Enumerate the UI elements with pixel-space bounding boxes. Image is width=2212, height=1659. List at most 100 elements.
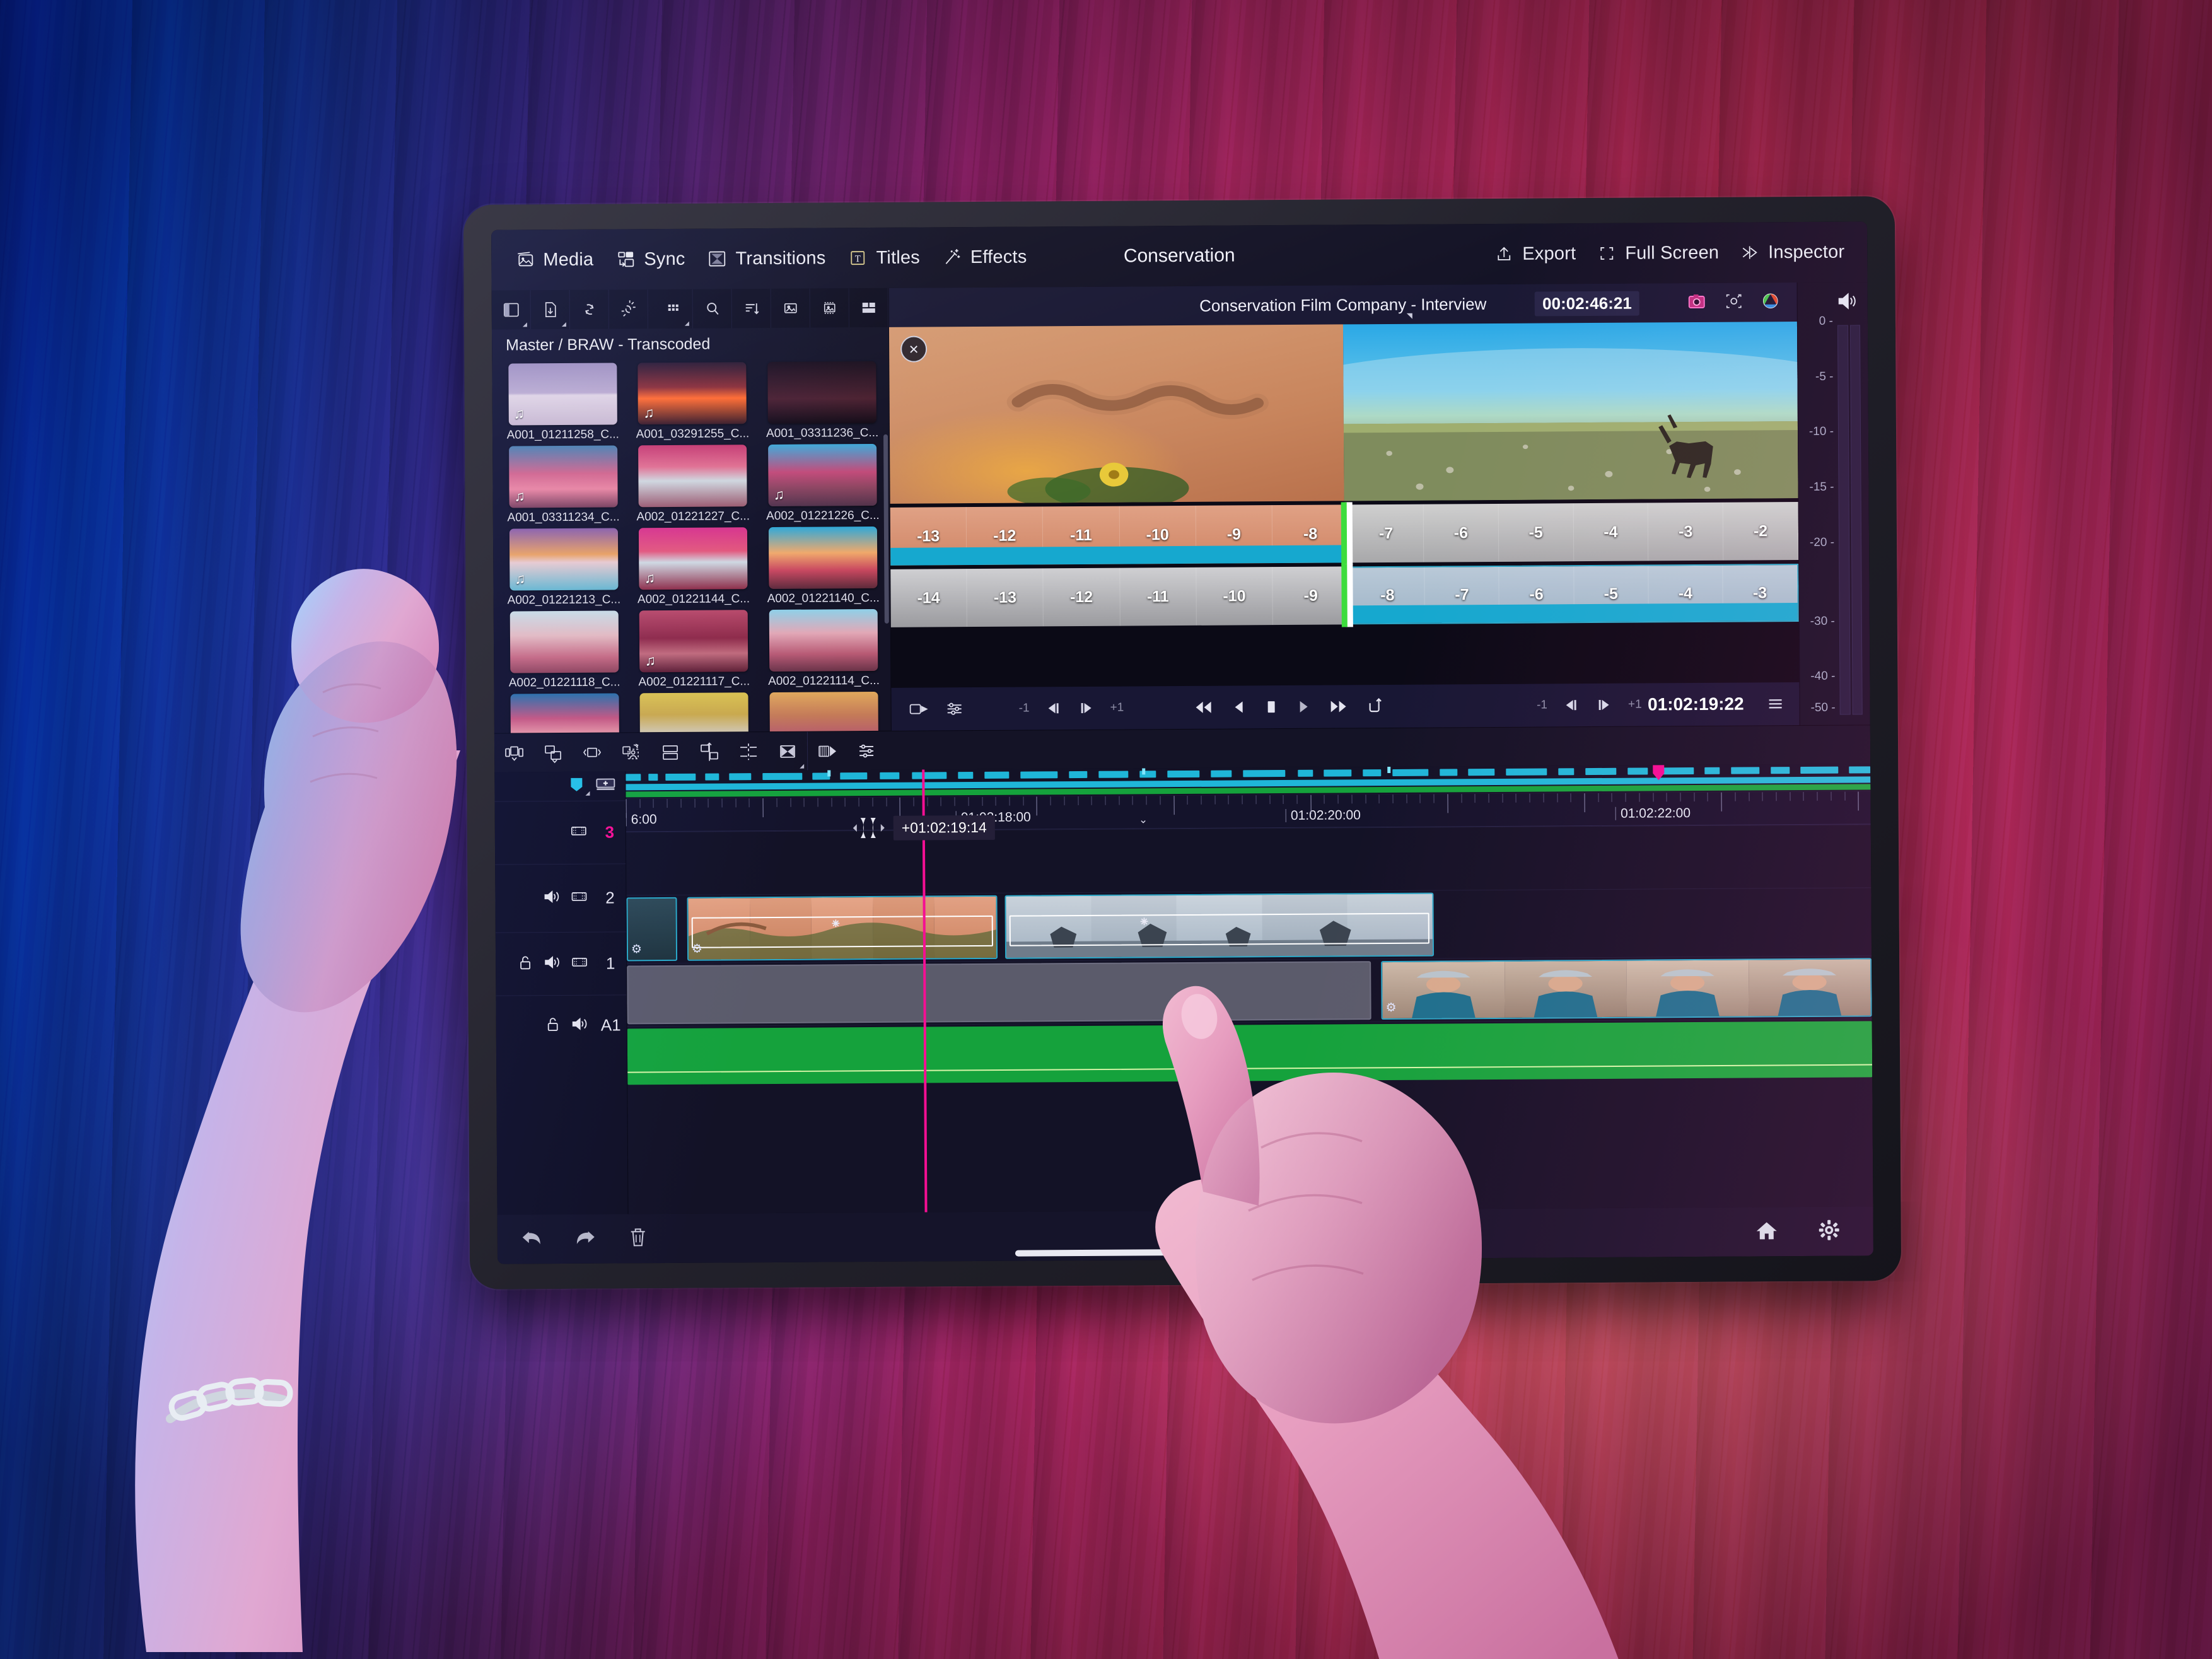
media-clip[interactable]: ♫ A002_01221144_C...: [633, 527, 754, 607]
track-header-A1[interactable]: A1: [496, 994, 627, 1056]
stop-icon[interactable]: [1262, 697, 1279, 716]
trim-handle-out[interactable]: [1341, 502, 1353, 566]
append-icon[interactable]: [533, 733, 573, 772]
flip-icon[interactable]: [768, 731, 807, 771]
ripple-overwrite-icon[interactable]: [573, 733, 612, 772]
source-viewer-icon[interactable]: [908, 699, 929, 718]
sync-bin-icon[interactable]: [569, 289, 609, 329]
menu-item-media[interactable]: Media: [514, 249, 593, 271]
media-clip[interactable]: A002_01221114_C...: [763, 608, 884, 689]
media-clip[interactable]: ♫ A002_01221213_C...: [503, 528, 624, 607]
menu-item-transitions[interactable]: Transitions: [706, 247, 826, 269]
nudge-forward-icon[interactable]: [1077, 699, 1095, 717]
outgoing-clip-preview[interactable]: [888, 324, 1344, 504]
media-clip[interactable]: A001_03311236_C...: [762, 361, 883, 441]
timeline-options-icon[interactable]: [847, 731, 886, 770]
settings-icon[interactable]: [1818, 1218, 1841, 1244]
fullscreen-button[interactable]: Full Screen: [1596, 242, 1719, 264]
track-v2[interactable]: ⚙ ⚙ ⁕ ⁕: [626, 887, 1872, 963]
chevron-down-icon[interactable]: [1406, 313, 1412, 319]
trim-handle-in[interactable]: [1341, 564, 1354, 627]
track-header-3[interactable]: 3: [494, 800, 626, 864]
source-overwrite-icon[interactable]: [690, 732, 729, 771]
viewer-settings-icon[interactable]: [945, 699, 965, 718]
sort-icon[interactable]: [731, 288, 771, 329]
media-clip[interactable]: ♫ A002_01221226_C...: [762, 443, 883, 523]
media-clip[interactable]: A002_01221118_C...: [504, 610, 625, 690]
nudge-back-icon[interactable]: [1044, 699, 1062, 717]
inspector-button[interactable]: Inspector: [1739, 242, 1844, 264]
media-clip[interactable]: ♫ A002_01221117_C...: [633, 610, 754, 689]
trim-cursor[interactable]: +01:02:19:14: [853, 813, 995, 842]
timeline-clip-filler[interactable]: [627, 961, 1371, 1025]
timeline-canvas[interactable]: 6:00 01:02:18:00 01:02:20:00 01:02:22:00 ⌄ ⚙: [626, 764, 1873, 1214]
media-pool-scrollbar[interactable]: [883, 434, 889, 624]
speaker-icon[interactable]: [544, 953, 561, 974]
track-v1[interactable]: ⚙: [627, 955, 1872, 1027]
video-icon[interactable]: [570, 888, 588, 909]
lock-icon[interactable]: [544, 1015, 562, 1036]
delete-icon[interactable]: [627, 1226, 649, 1252]
unlink-icon[interactable]: [608, 289, 648, 329]
marker-icon[interactable]: [568, 776, 590, 796]
speaker-icon[interactable]: [1836, 291, 1859, 314]
trim-outgoing-strip-2[interactable]: -14 -13 -12 -11 -10 -9: [890, 566, 1350, 627]
menu-item-sync[interactable]: Sync: [615, 248, 685, 271]
snapping-icon[interactable]: [808, 731, 847, 771]
import-media-icon[interactable]: [530, 289, 570, 330]
thumbnail-view-icon[interactable]: [771, 288, 810, 328]
media-clip[interactable]: ♫ A001_01211258_C...: [502, 363, 623, 442]
undo-icon[interactable]: [519, 1226, 544, 1252]
export-button[interactable]: Export: [1493, 243, 1576, 265]
nudge-back-icon-2[interactable]: [1563, 696, 1580, 714]
close-up-icon[interactable]: [612, 733, 651, 772]
loop-icon[interactable]: [1365, 697, 1383, 716]
split-clip-icon[interactable]: [729, 732, 768, 771]
track-header-2[interactable]: 2: [495, 863, 626, 933]
sidebar-toggle-icon[interactable]: [491, 290, 531, 330]
speaker-icon[interactable]: [571, 1015, 589, 1036]
play-icon[interactable]: [1294, 697, 1312, 716]
lock-icon[interactable]: [516, 953, 534, 974]
trim-incoming-strip-2[interactable]: -8 -7 -6 -5 -4 -3: [1349, 564, 1799, 625]
media-clip[interactable]: ♫ A001_03311234_C...: [503, 445, 624, 525]
jump-start-icon[interactable]: [1192, 698, 1214, 717]
list-view-icon[interactable]: [849, 288, 888, 328]
track-a1[interactable]: [627, 1018, 1873, 1087]
media-clip[interactable]: A001_05050151_C...: [634, 692, 755, 733]
grid-view-icon[interactable]: [653, 289, 693, 329]
timeline-clip-a[interactable]: ⚙: [626, 897, 678, 962]
search-icon[interactable]: [692, 289, 732, 329]
menu-item-titles[interactable]: T Titles: [847, 247, 920, 269]
video-icon[interactable]: [571, 953, 588, 974]
track-header-1[interactable]: 1: [495, 931, 627, 996]
media-clip[interactable]: A002_01221103_C...: [504, 693, 626, 733]
audio-clip[interactable]: [627, 1021, 1873, 1085]
timeline-clip-desert[interactable]: ⚙ ⁕: [687, 895, 998, 961]
incoming-clip-preview[interactable]: [1342, 322, 1798, 501]
trim-outgoing-strip[interactable]: -13 -12 -11 -10 -9 -8: [890, 504, 1349, 566]
trim-incoming-strip[interactable]: -7 -6 -5 -4 -3 -2: [1348, 502, 1799, 563]
timeline-edit-icon[interactable]: [1170, 1218, 1201, 1247]
timeline-clip-road[interactable]: ⁕: [1004, 892, 1435, 959]
place-on-top-icon[interactable]: [651, 732, 690, 771]
hamburger-menu-icon[interactable]: [1766, 694, 1786, 713]
speaker-icon[interactable]: [543, 888, 561, 909]
media-clip[interactable]: A002_01221227_C...: [632, 445, 754, 524]
smart-insert-icon[interactable]: [494, 733, 533, 772]
step-back-icon[interactable]: [1230, 697, 1247, 716]
filmstrip-view-icon[interactable]: [810, 288, 849, 328]
track-v3[interactable]: [626, 824, 1871, 895]
jump-end-icon[interactable]: [1327, 697, 1349, 716]
home-indicator[interactable]: [1015, 1248, 1356, 1257]
timeline-clip-interview[interactable]: ⚙: [1381, 958, 1872, 1020]
nudge-forward-icon-2[interactable]: [1595, 696, 1613, 714]
close-icon[interactable]: ×: [900, 335, 928, 363]
home-icon[interactable]: [1755, 1220, 1779, 1244]
redo-icon[interactable]: [573, 1226, 598, 1252]
media-clip[interactable]: ♫A001_05050146_C...: [764, 691, 885, 733]
media-clip[interactable]: A002_01221140_C...: [762, 526, 883, 606]
add-track-icon[interactable]: [595, 776, 616, 796]
menu-item-effects[interactable]: Effects: [941, 246, 1027, 268]
video-icon[interactable]: [570, 822, 588, 843]
